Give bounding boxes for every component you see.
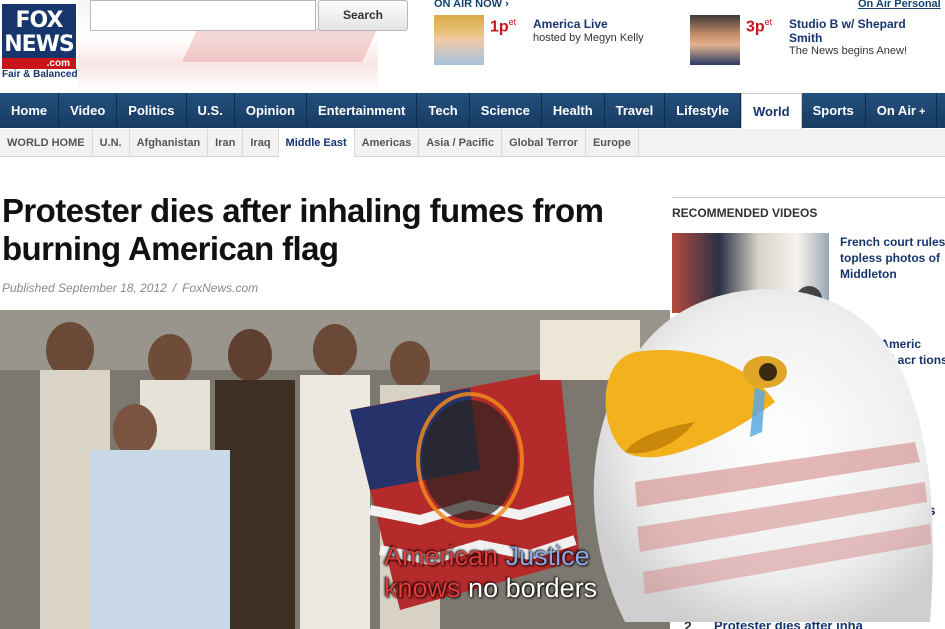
subnav-iran[interactable]: Iran bbox=[208, 129, 244, 157]
show-name-link[interactable]: Studio B w/ Shepard Smith bbox=[789, 17, 919, 45]
on-air-personal-link[interactable]: On Air Personal bbox=[858, 0, 941, 10]
show-thumbnail-studio-b[interactable] bbox=[690, 15, 740, 65]
on-air-now-link[interactable]: ON AIR NOW › bbox=[434, 0, 509, 10]
show-name-link[interactable]: America Live bbox=[533, 17, 608, 31]
published-date: Published September 18, 2012 bbox=[2, 281, 167, 295]
show-subtitle: The News begins Anew! bbox=[789, 45, 908, 57]
article-byline: Published September 18, 2012 / FoxNews.com bbox=[2, 281, 258, 295]
search-button[interactable]: Search bbox=[318, 0, 408, 31]
nav-item-entertainment[interactable]: Entertainment bbox=[307, 93, 418, 128]
nav-item-health[interactable]: Health bbox=[542, 93, 605, 128]
nav-item-world[interactable]: World bbox=[740, 93, 802, 129]
byline-separator: / bbox=[172, 281, 177, 295]
nav-item-video[interactable]: Video bbox=[59, 93, 118, 128]
nav-item-sports[interactable]: Sports bbox=[802, 93, 866, 128]
recommended-videos-heading: RECOMMENDED VIDEOS bbox=[672, 206, 818, 220]
article-source: FoxNews.com bbox=[182, 281, 259, 295]
nav-item-lifestyle[interactable]: Lifestyle bbox=[665, 93, 741, 128]
slogan-word: no borders bbox=[468, 573, 598, 603]
subnav-middle-east[interactable]: Middle East bbox=[278, 129, 355, 157]
world-sub-nav: WORLD HOME U.N. Afghanistan Iran Iraq Mi… bbox=[0, 129, 945, 157]
article-headline: Protester dies after inhaling fumes from… bbox=[2, 192, 604, 267]
subnav-global-terror[interactable]: Global Terror bbox=[502, 129, 586, 157]
nav-item-on-air[interactable]: On Air + bbox=[866, 93, 938, 128]
nav-item-us[interactable]: U.S. bbox=[187, 93, 235, 128]
slogan-word: knows bbox=[384, 573, 461, 603]
fox-news-logo[interactable]: FOX NEWS .com Fair & Balanced bbox=[0, 0, 78, 82]
search-input[interactable] bbox=[90, 0, 316, 31]
nav-item-tech[interactable]: Tech bbox=[417, 93, 470, 128]
subnav-world-home[interactable]: WORLD HOME bbox=[0, 129, 93, 157]
sidebar-divider bbox=[672, 197, 945, 198]
show-time: 1pet bbox=[490, 17, 517, 36]
nav-item-opinion[interactable]: Opinion bbox=[235, 93, 307, 128]
nav-item-home[interactable]: Home bbox=[0, 93, 60, 128]
subnav-iraq[interactable]: Iraq bbox=[243, 129, 279, 157]
show-time: 3pet bbox=[746, 17, 773, 36]
slogan-word: American bbox=[384, 541, 499, 571]
slogan-word: Justice bbox=[505, 541, 590, 571]
subnav-afghanistan[interactable]: Afghanistan bbox=[130, 129, 209, 157]
nav-item-travel[interactable]: Travel bbox=[605, 93, 666, 128]
subnav-americas[interactable]: Americas bbox=[355, 129, 420, 157]
plus-icon: + bbox=[919, 106, 926, 118]
show-subtitle: hosted by Megyn Kelly bbox=[533, 32, 644, 44]
header-flag-stripe bbox=[182, 28, 378, 62]
nav-item-science[interactable]: Science bbox=[470, 93, 542, 128]
main-nav: Home Video Politics U.S. Opinion Enterta… bbox=[0, 93, 945, 129]
logo-text: FOX NEWS bbox=[2, 4, 76, 62]
subnav-asia-pacific[interactable]: Asia / Pacific bbox=[419, 129, 503, 157]
nav-item-label: On Air bbox=[876, 103, 916, 118]
logo-tagline: Fair & Balanced bbox=[2, 69, 78, 80]
subnav-un[interactable]: U.N. bbox=[93, 129, 130, 157]
logo-com: .com bbox=[2, 58, 76, 69]
nav-item-politics[interactable]: Politics bbox=[117, 93, 187, 128]
overlay-slogan: American Justice knows no borders bbox=[384, 540, 654, 604]
subnav-europe[interactable]: Europe bbox=[586, 129, 639, 157]
show-thumbnail-america-live[interactable] bbox=[434, 15, 484, 65]
